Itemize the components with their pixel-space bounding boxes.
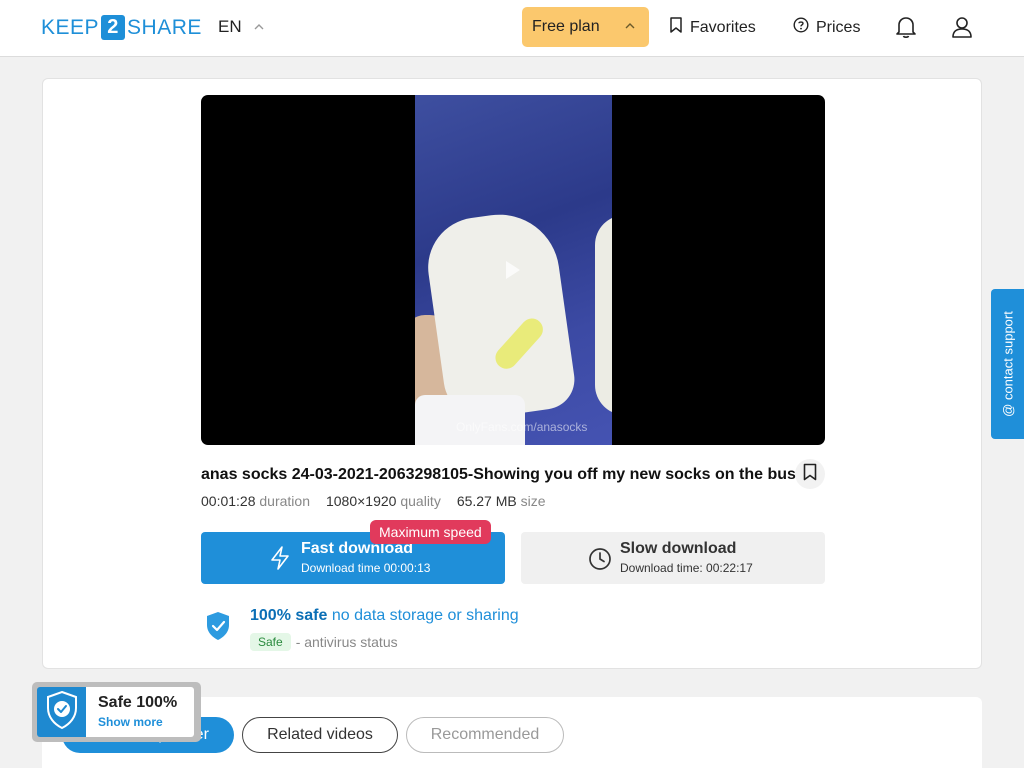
top-header: KEEP 2 SHARE EN Free plan Favorites Prices xyxy=(0,0,1024,57)
quality-label: quality xyxy=(400,493,441,509)
prices-label: Prices xyxy=(816,18,861,36)
show-more-link[interactable]: Show more xyxy=(98,715,163,729)
video-player[interactable]: OnlyFans.com/anasocks xyxy=(201,95,825,445)
help-circle-icon xyxy=(793,17,809,38)
file-card: OnlyFans.com/anasocks anas socks 24-03-2… xyxy=(42,78,982,669)
shield-check-icon xyxy=(46,690,78,734)
bookmark-button[interactable] xyxy=(795,459,825,489)
meta-quality: 1080×1920 quality xyxy=(326,493,441,509)
plan-button[interactable]: Free plan xyxy=(522,7,649,47)
user-account-icon[interactable] xyxy=(950,15,974,39)
contact-support-tab[interactable]: @ contact support xyxy=(991,289,1024,439)
language-label: EN xyxy=(218,17,242,36)
tab-recommended[interactable]: Recommended xyxy=(406,717,564,753)
nav-favorites[interactable]: Favorites xyxy=(669,17,756,38)
safety-rest: no data storage or sharing xyxy=(331,607,519,624)
clock-icon xyxy=(588,547,612,576)
safe-tag: Safe xyxy=(250,633,291,651)
antivirus-status-label: - antivirus status xyxy=(295,634,398,650)
logo-number: 2 xyxy=(101,15,126,40)
slow-download-button[interactable]: Slow download Download time: 00:22:17 xyxy=(521,532,825,584)
tab-related-videos[interactable]: Related videos xyxy=(242,717,398,753)
slow-download-time: Download time: 00:22:17 xyxy=(620,561,753,575)
slow-download-label: Slow download xyxy=(620,540,737,557)
safety-bold: 100% safe xyxy=(250,607,328,624)
bookmark-icon xyxy=(803,463,817,486)
meta-size: 65.27 MB size xyxy=(457,493,546,509)
logo-text-left: KEEP xyxy=(41,15,100,39)
safe-badge-widget[interactable]: Safe 100% Show more xyxy=(32,682,201,742)
safe-badge-title: Safe 100% xyxy=(98,694,178,711)
logo-text-right: SHARE xyxy=(127,15,202,39)
play-icon[interactable] xyxy=(506,261,520,279)
video-watermark: OnlyFans.com/anasocks xyxy=(456,420,588,434)
chevron-up-icon xyxy=(625,21,635,32)
fast-download-time: Download time 00:00:13 xyxy=(301,561,431,575)
notifications-bell-icon[interactable] xyxy=(894,15,918,39)
max-speed-badge: Maximum speed xyxy=(370,520,491,544)
file-title: anas socks 24-03-2021-2063298105-Showing… xyxy=(201,466,796,483)
safe-badge-shield xyxy=(37,687,86,737)
favorites-label: Favorites xyxy=(690,18,756,36)
duration-value: 00:01:28 xyxy=(201,493,256,509)
language-selector[interactable]: EN xyxy=(218,17,264,37)
size-label: size xyxy=(520,493,546,509)
plan-label: Free plan xyxy=(532,18,600,35)
shield-check-icon xyxy=(205,611,231,646)
file-meta: 00:01:28 duration 1080×1920 quality 65.2… xyxy=(201,493,546,509)
nav-prices[interactable]: Prices xyxy=(793,17,860,38)
bookmark-icon xyxy=(669,17,683,38)
lightning-icon xyxy=(269,546,291,575)
site-logo[interactable]: KEEP 2 SHARE xyxy=(41,15,202,40)
size-value: 65.27 MB xyxy=(456,493,517,509)
resolution-value: 1080×1920 xyxy=(325,493,397,509)
safe-badge-text: Safe 100% Show more xyxy=(86,687,194,737)
duration-label: duration xyxy=(259,493,310,509)
meta-duration: 00:01:28 duration xyxy=(201,493,310,509)
chevron-up-icon xyxy=(254,22,264,33)
antivirus-status: Safe - antivirus status xyxy=(250,633,398,651)
contact-support-label: @ contact support xyxy=(1000,311,1015,417)
safety-headline: 100% safe no data storage or sharing xyxy=(250,607,519,625)
